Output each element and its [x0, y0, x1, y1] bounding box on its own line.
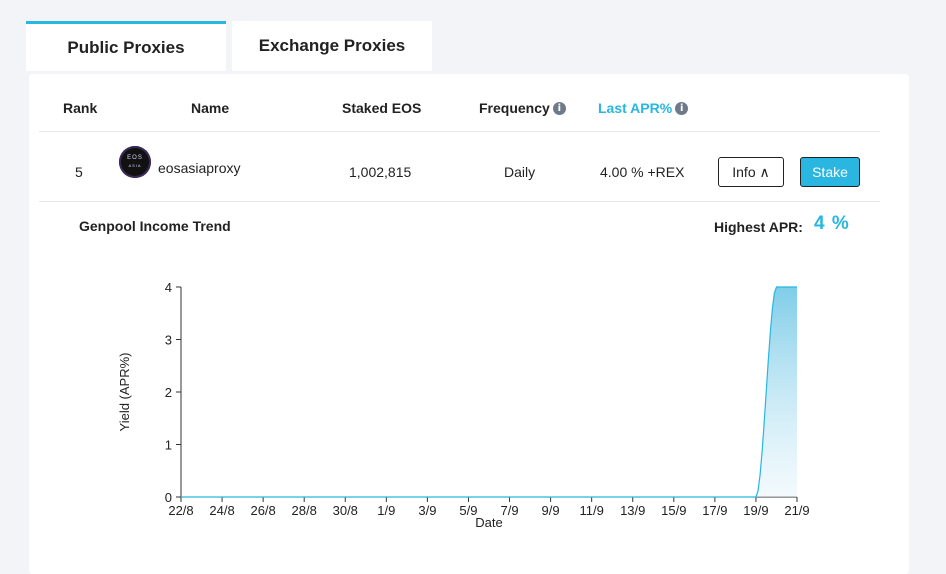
x-tick-label: 22/8 [168, 503, 193, 518]
y-tick-label: 4 [165, 280, 172, 295]
x-tick-label: 30/8 [333, 503, 358, 518]
y-tick-label: 2 [165, 385, 172, 400]
y-tick-label: 1 [165, 438, 172, 453]
x-tick-label: 28/8 [292, 503, 317, 518]
x-tick-label: 7/9 [500, 503, 518, 518]
x-tick-label: 11/9 [579, 503, 603, 518]
x-tick-label: 13/9 [620, 503, 645, 518]
x-tick-label: 17/9 [702, 503, 727, 518]
x-tick-label: 15/9 [661, 503, 686, 518]
x-tick-label: 3/9 [418, 503, 436, 518]
x-tick-label: 26/8 [250, 503, 275, 518]
y-axis-label: Yield (APR%) [117, 353, 132, 432]
x-axis-label: Date [475, 515, 502, 530]
x-tick-label: 21/9 [784, 503, 809, 518]
x-tick-label: 9/9 [542, 503, 560, 518]
x-tick-label: 19/9 [743, 503, 768, 518]
chart-marks [181, 286, 797, 498]
chart-axes: 0123422/8 24/8 26/8 28/8 30/8 1/9 3/9 5/9 7/9 9/9… [165, 280, 810, 518]
income-trend-chart: 0123422/8 24/8 26/8 28/8 30/8 1/9 3/9 5/9 7/9 9/9… [117, 280, 810, 530]
y-tick-label: 3 [165, 333, 172, 348]
series-line [181, 286, 797, 498]
x-tick-label: 1/9 [377, 503, 395, 518]
x-tick-label: 24/8 [209, 503, 234, 518]
series-area [181, 287, 797, 497]
